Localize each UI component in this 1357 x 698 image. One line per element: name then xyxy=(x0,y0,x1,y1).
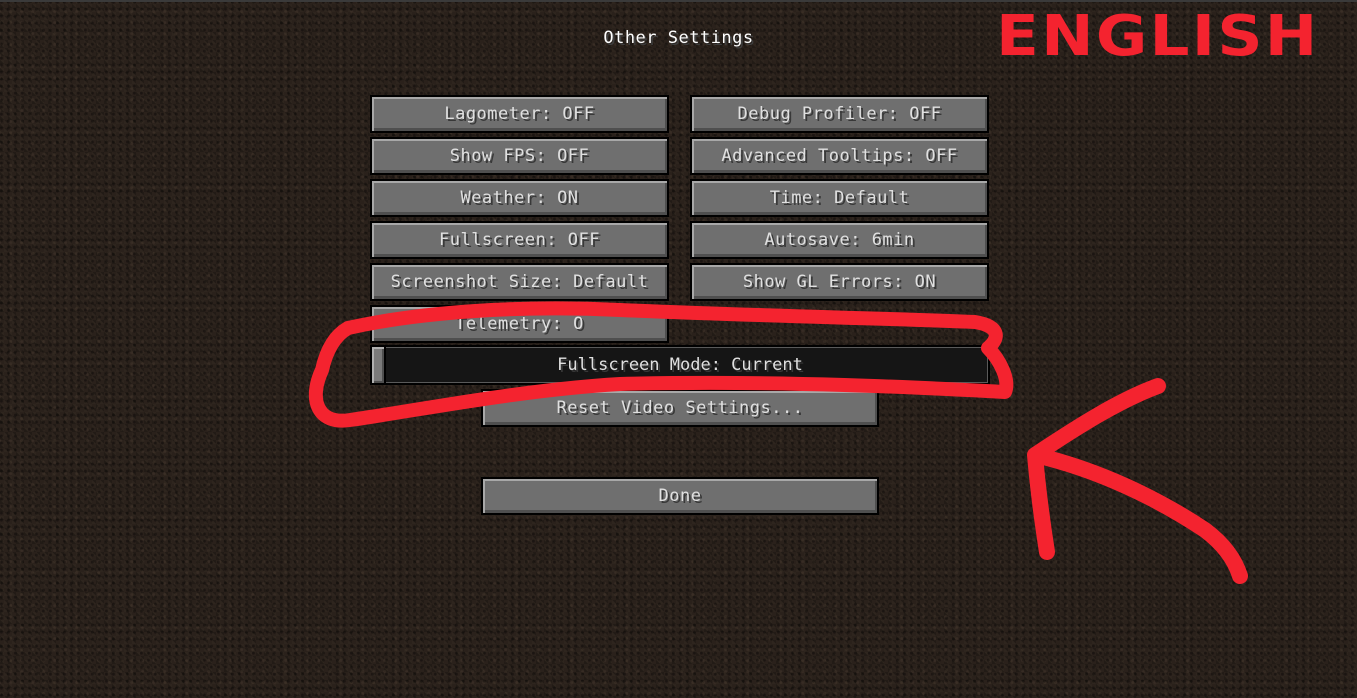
arrow-annotation xyxy=(1027,378,1248,584)
autosave-button[interactable]: Autosave: 6min xyxy=(690,221,989,259)
english-overlay-label: ENGLISH xyxy=(996,4,1320,69)
weather-button[interactable]: Weather: ON xyxy=(370,179,669,217)
screenshot-size-button[interactable]: Screenshot Size: Default xyxy=(370,263,669,301)
done-button[interactable]: Done xyxy=(481,477,879,515)
fullscreen-button[interactable]: Fullscreen: OFF xyxy=(370,221,669,259)
show-fps-button[interactable]: Show FPS: OFF xyxy=(370,137,669,175)
advanced-tooltips-button[interactable]: Advanced Tooltips: OFF xyxy=(690,137,989,175)
fullscreen-mode-slider[interactable]: Fullscreen Mode: Current xyxy=(370,345,990,385)
reset-video-settings-button[interactable]: Reset Video Settings... xyxy=(481,389,879,427)
show-gl-errors-button[interactable]: Show GL Errors: ON xyxy=(690,263,989,301)
slider-handle[interactable] xyxy=(372,347,386,383)
fullscreen-mode-label: Fullscreen Mode: Current xyxy=(557,355,803,375)
debug-profiler-button[interactable]: Debug Profiler: OFF xyxy=(690,95,989,133)
time-button[interactable]: Time: Default xyxy=(690,179,989,217)
telemetry-button[interactable]: Telemetry: O xyxy=(370,305,669,343)
lagometer-button[interactable]: Lagometer: OFF xyxy=(370,95,669,133)
